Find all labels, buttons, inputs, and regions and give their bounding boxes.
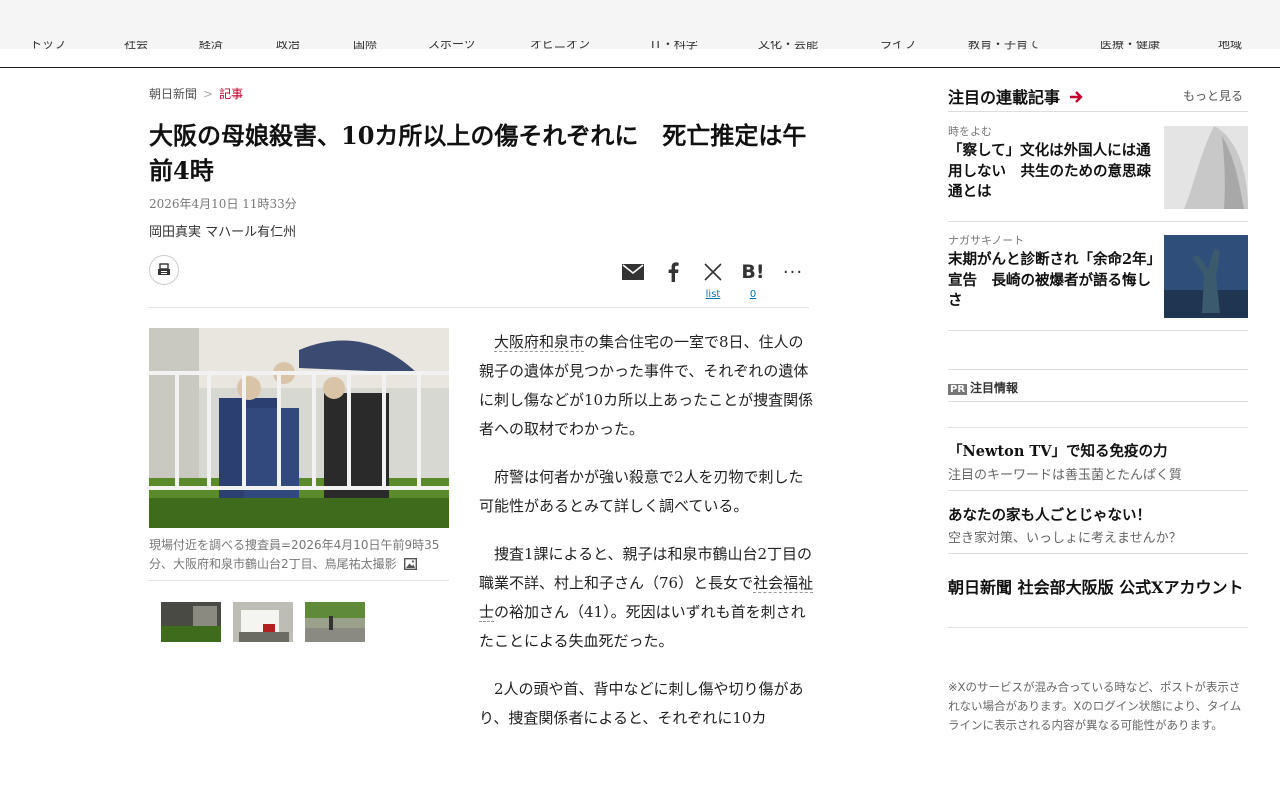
article-paragraph: 捜査1課によると、親子は和泉市鶴山台2丁目の職業不詳、村上和子さん（76）と長女… [479, 545, 814, 650]
photo-icon[interactable] [404, 557, 418, 571]
nav-item[interactable]: 政治 [276, 41, 300, 52]
divider [948, 401, 1248, 402]
article-paragraph: 大阪府和泉市の集合住宅の一室で8日、住人の親子の遺体が見つかった事件で、それぞれ… [479, 333, 814, 438]
nav-item[interactable]: 社会 [124, 41, 148, 52]
nav-item[interactable]: 教育・子育て [968, 41, 1040, 52]
divider [948, 427, 1248, 428]
pr-item-subtitle[interactable]: 空き家対策、いっしょに考えませんか？ [948, 527, 1182, 546]
article-date: 2026年4月10日 11時33分 [149, 197, 297, 211]
breadcrumb-current[interactable]: 記事 [219, 87, 243, 101]
divider [948, 490, 1248, 491]
nav-item[interactable]: IT・科学 [651, 41, 698, 52]
featured-series-header[interactable]: 注目の連載記事 [948, 84, 1083, 108]
hatena-bookmark-button[interactable]: B! [740, 260, 766, 284]
nav-item[interactable]: スポーツ [428, 41, 476, 52]
pr-item-title[interactable]: 「Newton TV」で知る免疫の力 [948, 440, 1167, 461]
nav-item[interactable]: ライフ [880, 41, 916, 52]
nav-item[interactable]: 経済 [199, 41, 223, 52]
nav-item[interactable]: オピニオン [530, 41, 590, 52]
nav-item[interactable]: トップ [30, 41, 66, 52]
hatena-icon: B! [741, 261, 765, 283]
article-body: 大阪府和泉市の集合住宅の一室で8日、住人の親子の遺体が見つかった事件で、それぞれ… [479, 328, 814, 752]
divider [948, 369, 1248, 370]
print-icon [158, 263, 170, 275]
mail-share-button[interactable] [620, 260, 646, 284]
x-account-title[interactable]: 朝日新聞 社会部大阪版 公式Xアカウント [948, 576, 1248, 599]
divider [948, 627, 1248, 628]
keyword-link[interactable]: 大阪府和泉市 [494, 333, 585, 352]
series-kicker: ナガサキノート [948, 234, 1025, 247]
photo-thumbnail[interactable] [305, 602, 365, 642]
article-headline: 大阪の母娘殺害、10カ所以上の傷それぞれに 死亡推定は午前4時 [149, 121, 807, 185]
pr-header: PR 注目情報 [948, 381, 1019, 395]
facebook-icon [668, 262, 679, 282]
photo-thumbnail[interactable] [161, 602, 221, 642]
more-icon: ··· [782, 261, 804, 283]
print-button[interactable] [149, 255, 179, 285]
x-share-button[interactable] [700, 260, 726, 284]
divider [149, 307, 809, 308]
article-authors: 岡田真実 マハール有仁州 [149, 225, 297, 240]
divider [948, 221, 1248, 222]
x-icon [704, 263, 722, 281]
series-article-title[interactable]: 「察して」文化は外国人には通用しない 共生のための意思疎通とは [948, 141, 1158, 203]
series-kicker: 時をよむ [948, 125, 992, 138]
pr-badge: PR [948, 384, 968, 395]
article-photo[interactable] [149, 328, 449, 528]
x-list-link[interactable]: list [700, 289, 726, 300]
series-article-image[interactable] [1164, 126, 1248, 209]
divider [149, 580, 449, 581]
breadcrumb-separator: > [203, 87, 214, 101]
series-article-image[interactable] [1164, 235, 1248, 318]
breadcrumb: 朝日新聞 > 記事 [149, 85, 243, 102]
breadcrumb-home[interactable]: 朝日新聞 [149, 87, 197, 101]
more-link[interactable]: もっと見る [1183, 87, 1243, 104]
divider [948, 111, 1248, 112]
pr-item-title[interactable]: あなたの家も人ごとじゃない！ [948, 504, 1151, 525]
divider [948, 553, 1248, 554]
article-paragraph: 2人の頭や首、背中などに刺し傷や切り傷があり、捜査関係者によると、それぞれに10… [479, 680, 804, 727]
series-article-title[interactable]: 末期がんと診断され「余命2年」宣告 長崎の被爆者が語る悔しさ [948, 250, 1158, 312]
x-notice: ※Xのサービスが混み合っている時など、ポストが表示されない場合があります。Xのロ… [948, 680, 1242, 732]
pr-item-subtitle[interactable]: 注目のキーワードは善玉菌とたんぱく質 [948, 464, 1182, 483]
arrow-right-icon [1069, 91, 1083, 103]
nav-item[interactable]: 地域 [1218, 41, 1242, 52]
nav-item[interactable]: 国際 [353, 41, 377, 52]
hatena-count[interactable]: 0 [740, 289, 766, 300]
mail-icon [622, 264, 644, 280]
nav-item[interactable]: 医療・健康 [1100, 41, 1160, 52]
more-share-button[interactable]: ··· [780, 260, 806, 284]
facebook-share-button[interactable] [660, 260, 686, 284]
nav-item[interactable]: 文化・芸能 [758, 41, 818, 52]
article-paragraph: 府警は何者かが強い殺意で2人を刃物で刺した可能性があるとみて詳しく調べている。 [479, 468, 804, 515]
photo-thumbnail[interactable] [233, 602, 293, 642]
photo-caption: 現場付近を調べる捜査員=2026年4月10日午前9時35分、大阪府和泉市鶴山台2… [149, 538, 440, 571]
main-nav: トップ 社会 経済 政治 国際 スポーツ オピニオン IT・科学 文化・芸能 ラ… [0, 41, 1280, 68]
divider [948, 330, 1248, 331]
